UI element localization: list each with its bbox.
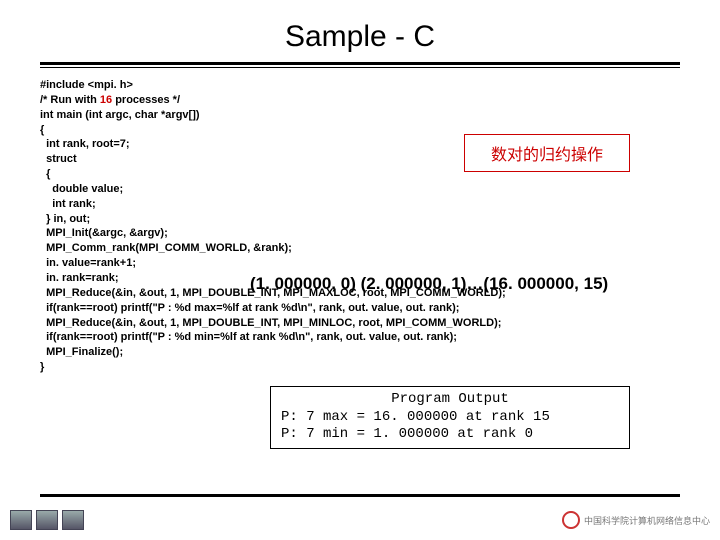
server-icon bbox=[62, 510, 84, 530]
code-line: { bbox=[40, 124, 44, 136]
footer: 中国科学院计算机网络信息中心 bbox=[10, 508, 710, 532]
title-rule-thick bbox=[40, 62, 680, 65]
output-line: P: 7 max = 16. 000000 at rank 15 bbox=[281, 409, 619, 427]
code-line: } in, out; bbox=[40, 213, 90, 225]
code-line: /* Run with 16 processes */ bbox=[40, 94, 180, 106]
highlight-number: 16 bbox=[100, 94, 112, 106]
title-rule-thin bbox=[40, 67, 680, 68]
code-line: int main (int argc, char *argv[]) bbox=[40, 109, 200, 121]
slide-title: Sample - C bbox=[40, 20, 680, 54]
code-block: #include <mpi. h> /* Run with 16 process… bbox=[40, 78, 680, 375]
code-line: { bbox=[40, 168, 50, 180]
slide: Sample - C #include <mpi. h> /* Run with… bbox=[0, 0, 720, 540]
data-series-text: (1. 000000, 0) (2. 000000, 1)…(16. 00000… bbox=[250, 274, 608, 294]
output-title: Program Output bbox=[281, 391, 619, 409]
server-icon bbox=[36, 510, 58, 530]
output-line: P: 7 min = 1. 000000 at rank 0 bbox=[281, 426, 619, 444]
code-line: int rank; bbox=[40, 198, 96, 210]
code-line: MPI_Finalize(); bbox=[40, 346, 123, 358]
code-line: if(rank==root) printf("P : %d min=%lf at… bbox=[40, 331, 457, 343]
code-line: MPI_Init(&argc, &argv); bbox=[40, 227, 168, 239]
footer-org-text: 中国科学院计算机网络信息中心 bbox=[584, 514, 710, 527]
code-line: MPI_Reduce(&in, &out, 1, MPI_DOUBLE_INT,… bbox=[40, 317, 501, 329]
code-line: if(rank==root) printf("P : %d max=%lf at… bbox=[40, 302, 459, 314]
code-line: } bbox=[40, 361, 44, 373]
logo-icon bbox=[562, 511, 580, 529]
code-line: #include <mpi. h> bbox=[40, 79, 133, 91]
slide-body: #include <mpi. h> /* Run with 16 process… bbox=[40, 78, 680, 375]
code-line: MPI_Comm_rank(MPI_COMM_WORLD, &rank); bbox=[40, 242, 292, 254]
footer-right-logo: 中国科学院计算机网络信息中心 bbox=[562, 508, 710, 532]
code-line: in. rank=rank; bbox=[40, 272, 119, 284]
footer-left-graphic bbox=[10, 508, 84, 532]
code-line: in. value=rank+1; bbox=[40, 257, 136, 269]
code-line: struct bbox=[40, 153, 77, 165]
callout-box: 数对的归约操作 bbox=[464, 134, 630, 172]
code-line: double value; bbox=[40, 183, 123, 195]
server-icon bbox=[10, 510, 32, 530]
bottom-rule bbox=[40, 494, 680, 497]
program-output-box: Program OutputP: 7 max = 16. 000000 at r… bbox=[270, 386, 630, 449]
code-line: int rank, root=7; bbox=[40, 138, 130, 150]
